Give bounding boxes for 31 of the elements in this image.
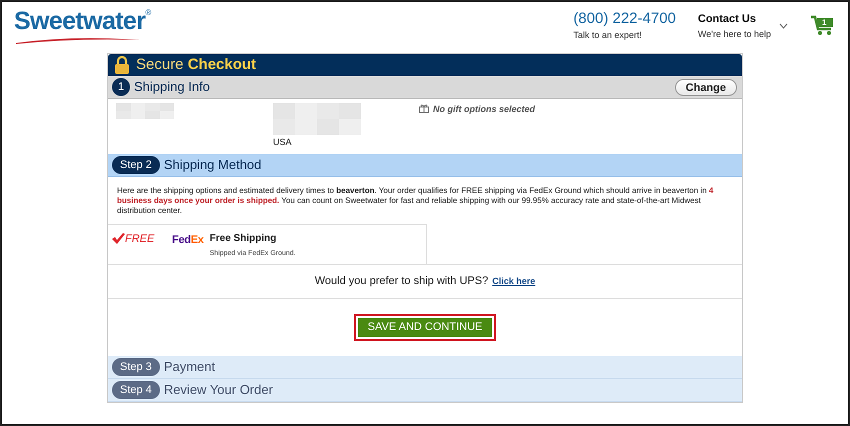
step-badge: 1	[112, 78, 130, 96]
price-text: FREE	[125, 232, 154, 247]
gift-note: No gift options selected	[433, 103, 536, 116]
option-name: Free Shipping	[210, 232, 278, 246]
step-badge: Step 2	[112, 156, 160, 174]
padlock-icon	[114, 55, 130, 75]
redacted-block	[116, 103, 174, 119]
step-title: Review Your Order	[164, 381, 273, 400]
chevron-down-icon[interactable]	[779, 23, 788, 29]
phone-number[interactable]: (800) 222-4700	[573, 10, 676, 29]
step-title: Payment	[164, 358, 216, 376]
ups-link[interactable]: Click here	[492, 274, 536, 288]
step-badge: Step 4	[112, 381, 160, 399]
step-title: Shipping Info	[134, 78, 210, 96]
ups-question: Would you prefer to ship with UPS?	[314, 274, 488, 290]
fedex-logo: FedEx	[172, 233, 204, 248]
cart-button[interactable]: 1	[810, 15, 836, 37]
step-title: Shipping Method	[164, 156, 262, 174]
step-badge: Step 3	[112, 358, 160, 376]
checkout-title: Secure Checkout	[136, 54, 256, 75]
save-and-continue-button[interactable]: SAVE AND CONTINUE	[356, 316, 494, 339]
checkmark-icon	[112, 233, 125, 246]
cart-count: 1	[822, 17, 826, 29]
phone-caption: Talk to an expert!	[573, 28, 643, 42]
change-button[interactable]: Change	[674, 78, 737, 96]
gift-icon	[419, 104, 429, 113]
shipping-description: Here are the shipping options and estimated delivery times to beaverton. Your order qualifies for FREE shipping via FedEx Ground which should arrive in beaverton in 4 business days once your order is shipped. You can count on Sweetwater for fast and reliable shipping with our 99.95% accuracy rate and state-of-the-art Midwest distribution center.	[116, 185, 714, 216]
contact-title[interactable]: Contact Us	[698, 11, 771, 28]
logo[interactable]: Sweetwater®	[14, 7, 152, 45]
contact-caption: We're here to help	[698, 28, 771, 41]
country-text: USA	[273, 136, 293, 149]
